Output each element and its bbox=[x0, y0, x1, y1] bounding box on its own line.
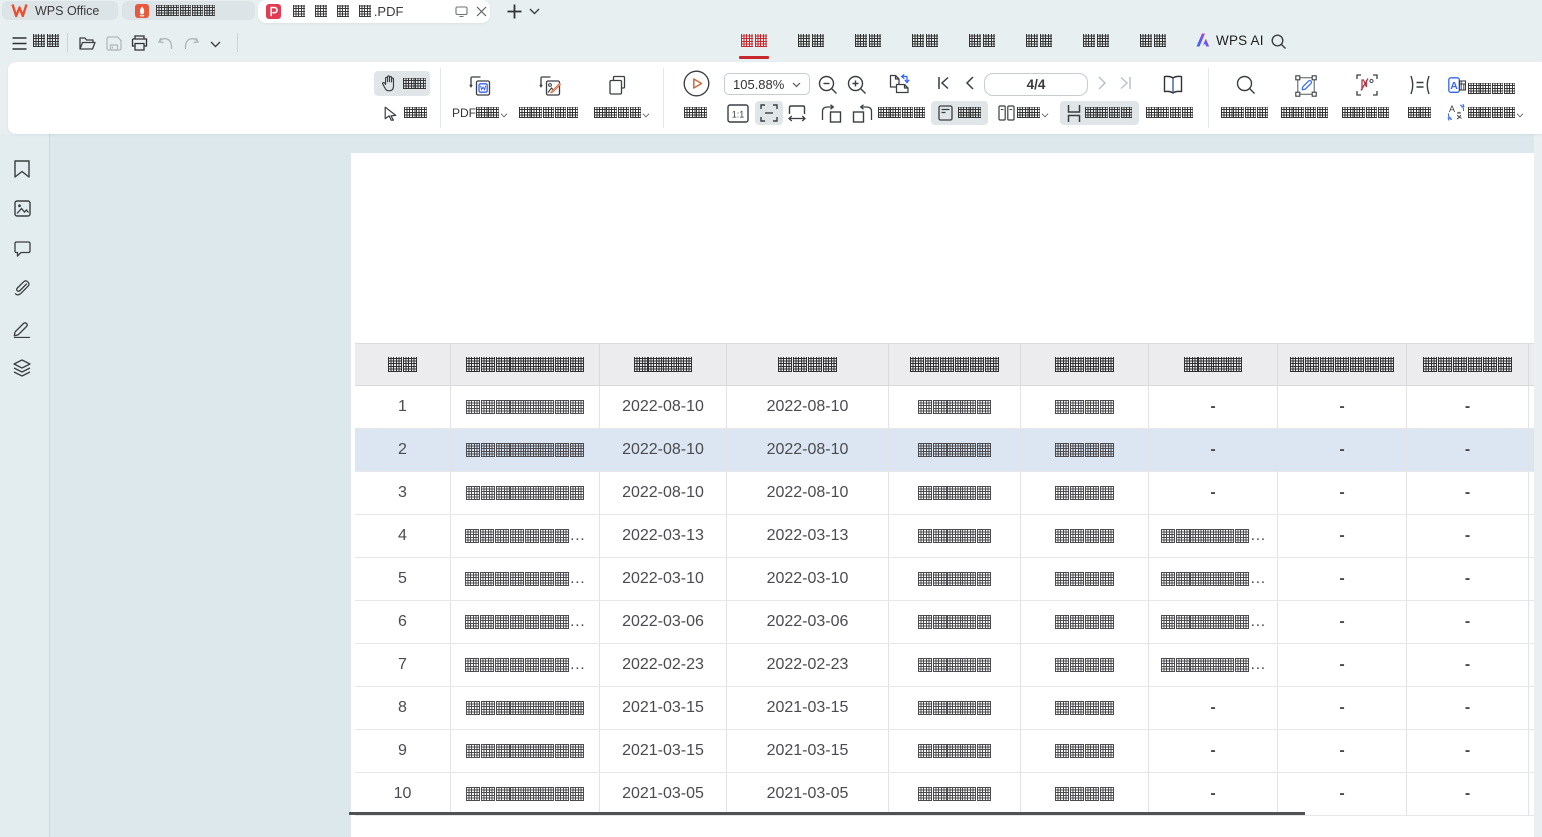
svg-text:A: A bbox=[1450, 80, 1458, 92]
svg-text:1:1: 1:1 bbox=[732, 110, 745, 120]
svg-text:A: A bbox=[1449, 104, 1455, 114]
